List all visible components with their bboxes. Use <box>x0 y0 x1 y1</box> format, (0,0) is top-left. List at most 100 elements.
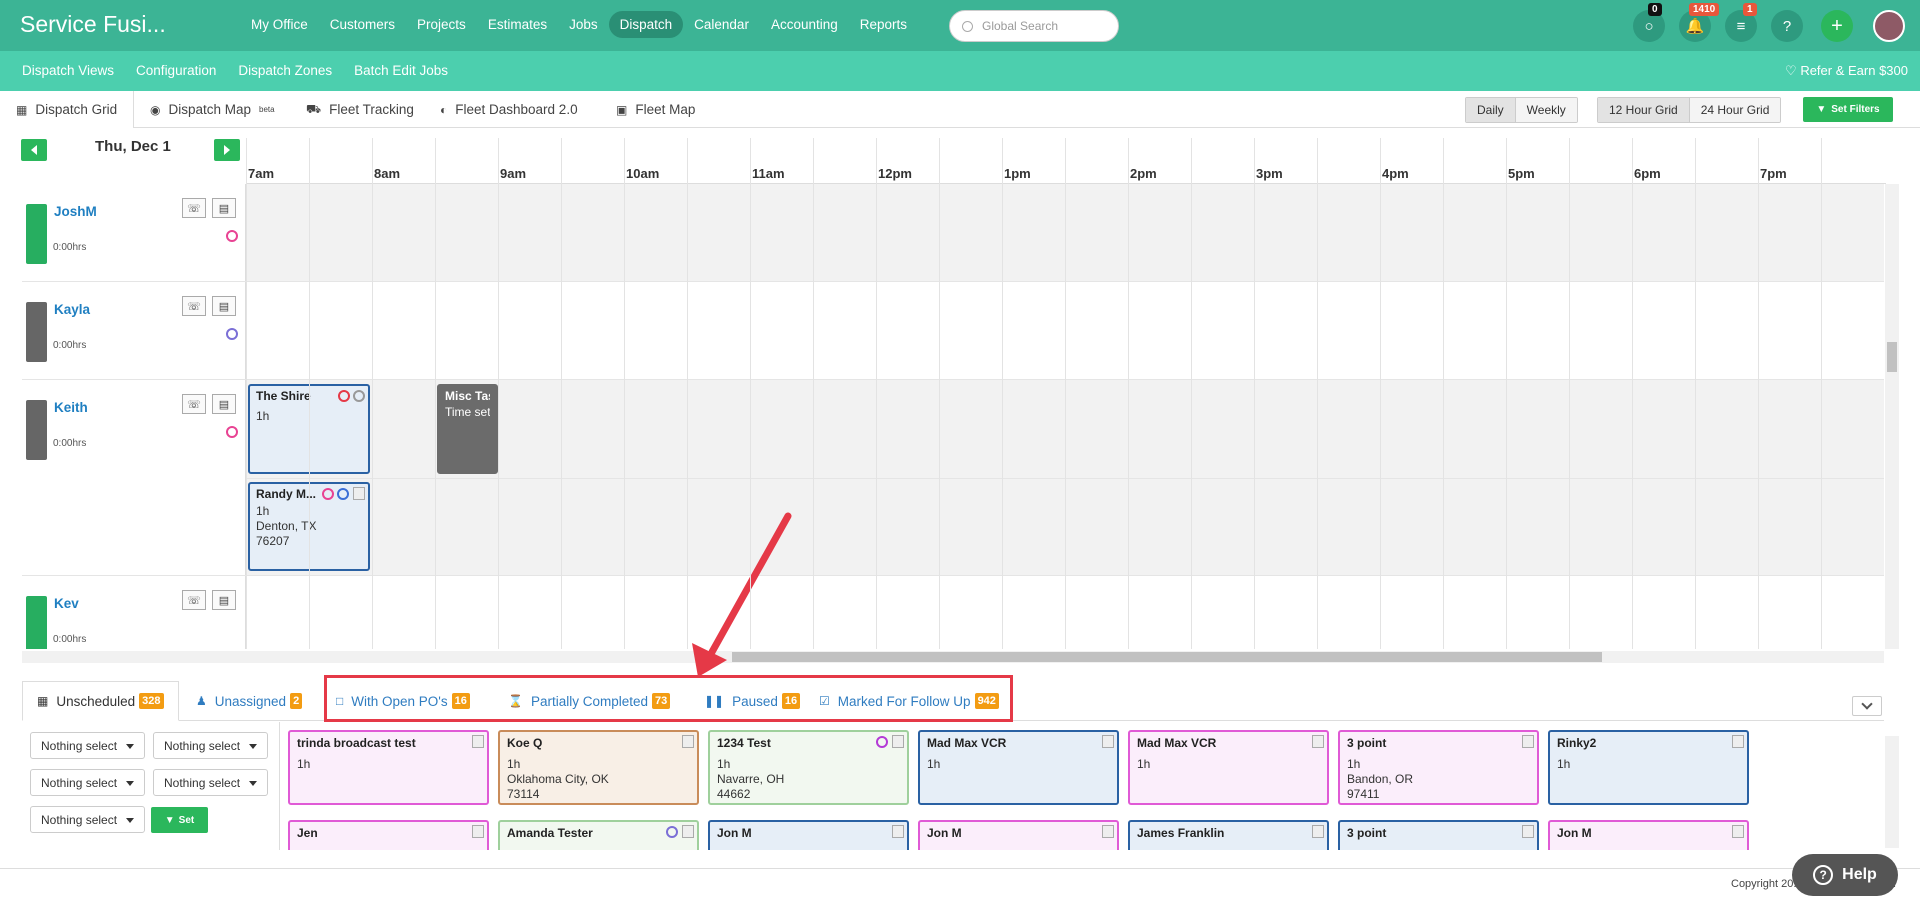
tab-fleet-map[interactable]: ▣ Fleet Map <box>616 91 695 128</box>
help-widget-button[interactable]: ? Help <box>1792 854 1898 896</box>
menu-customers[interactable]: Customers <box>319 11 406 38</box>
global-search-input[interactable]: Global Search <box>949 10 1119 42</box>
add-button[interactable]: + <box>1821 10 1853 42</box>
set-button[interactable]: ▼ Set <box>151 807 208 833</box>
list-icon: ≡ <box>1736 17 1746 35</box>
job-card[interactable]: Amanda Tester <box>498 820 699 850</box>
tab-dispatch-map[interactable]: ◉ Dispatch Map beta <box>150 91 275 128</box>
tab-fleet-dashboard[interactable]: ◐ Fleet Dashboard 2.0 <box>440 91 578 128</box>
job-card[interactable]: Jon M <box>1548 820 1749 850</box>
card-title: 3 point <box>1347 736 1387 750</box>
phone-icon[interactable]: ☏ <box>182 394 206 414</box>
chat-bubbles-icon[interactable]: ▤ <box>212 394 236 414</box>
notifications-button[interactable]: 🔔 1410 <box>1679 3 1720 42</box>
job-card[interactable]: 3 point 1h Bandon, OR 97411 <box>1338 730 1539 805</box>
tech-name[interactable]: Keith <box>54 400 88 415</box>
grid-line <box>1506 184 1507 649</box>
person-icon <box>892 735 904 748</box>
tasks-button[interactable]: ≡ 1 <box>1725 3 1757 42</box>
cards-vertical-scrollbar[interactable] <box>1885 736 1899 848</box>
job-card[interactable]: trinda broadcast test 1h <box>288 730 489 805</box>
filter-select[interactable]: Nothing select <box>153 732 268 759</box>
job-card[interactable]: Jon M <box>708 820 909 850</box>
menu-dispatch[interactable]: Dispatch <box>608 11 684 38</box>
tech-status-dot <box>226 328 238 340</box>
job-card[interactable]: Jon M <box>918 820 1119 850</box>
menu-jobs[interactable]: Jobs <box>558 11 609 38</box>
phone-icon[interactable]: ☏ <box>182 296 206 316</box>
filter-select[interactable]: Nothing select <box>30 806 145 833</box>
avatar[interactable] <box>1873 10 1905 42</box>
tab-unscheduled[interactable]: ▦ Unscheduled 328 <box>22 681 179 721</box>
weekly-button[interactable]: Weekly <box>1515 98 1577 122</box>
tech-row: Keith 0:00hrs ☏ ▤ The Shire 1h Misc Task… <box>22 380 1884 576</box>
phone-icon[interactable]: ☏ <box>182 590 206 610</box>
brand-logo[interactable]: Service Fusi... <box>20 11 166 38</box>
subnav-configuration[interactable]: Configuration <box>125 63 227 78</box>
job-card[interactable]: Mad Max VCR 1h <box>918 730 1119 805</box>
filter-select[interactable]: Nothing select <box>30 732 145 759</box>
filter-select[interactable]: Nothing select <box>153 769 268 796</box>
tech-info: Kev 0:00hrs ☏ ▤ <box>22 576 246 649</box>
tech-name[interactable]: Kayla <box>54 302 90 317</box>
tab-dispatch-grid[interactable]: ▦ Dispatch Grid <box>0 91 135 128</box>
menu-accounting[interactable]: Accounting <box>760 11 849 38</box>
job-card[interactable]: James Franklin <box>1128 820 1329 850</box>
tab-label: Unscheduled <box>56 693 136 709</box>
card-title: Koe Q <box>507 736 543 750</box>
header-grid-line <box>498 138 499 184</box>
chat-bubbles-icon[interactable]: ▤ <box>212 296 236 316</box>
12-hour-grid-button[interactable]: 12 Hour Grid <box>1598 98 1690 122</box>
card-title: Jon M <box>717 826 752 840</box>
help-button[interactable]: ? <box>1771 10 1803 42</box>
grid-vscroll-thumb[interactable] <box>1887 342 1897 372</box>
menu-estimates[interactable]: Estimates <box>477 11 558 38</box>
chat-button[interactable]: ○ 0 <box>1633 3 1665 42</box>
chat-bubbles-icon[interactable]: ▤ <box>212 590 236 610</box>
phone-icon[interactable]: ☏ <box>182 198 206 218</box>
chat-bubbles-icon[interactable]: ▤ <box>212 198 236 218</box>
misc-task-card[interactable]: Misc Task Time set ... <box>437 384 498 474</box>
hour-label: 1pm <box>1004 166 1031 181</box>
daily-button[interactable]: Daily <box>1466 98 1516 122</box>
job-card[interactable]: Mad Max VCR 1h <box>1128 730 1329 805</box>
refer-earn-link[interactable]: ♡ Refer & Earn $300 <box>1785 63 1908 79</box>
menu-my-office[interactable]: My Office <box>240 11 319 38</box>
tech-name[interactable]: Kev <box>54 596 79 611</box>
prev-day-button[interactable] <box>21 139 47 161</box>
tab-fleet-tracking[interactable]: ⛟ Fleet Tracking <box>306 91 414 128</box>
chat-icon: ○ <box>1644 17 1654 35</box>
filter-select[interactable]: Nothing select <box>30 769 145 796</box>
tab-unassigned[interactable]: ♟ Unassigned 2 <box>196 681 303 721</box>
tech-name[interactable]: JoshM <box>54 204 97 219</box>
subnav-batch-edit-jobs[interactable]: Batch Edit Jobs <box>343 63 459 78</box>
grid-line <box>309 184 310 649</box>
caret-down-icon <box>126 781 134 786</box>
set-filters-button[interactable]: ▼ Set Filters <box>1803 97 1893 122</box>
collapse-panel-button[interactable] <box>1852 696 1882 716</box>
grid-vertical-scrollbar[interactable] <box>1885 184 1899 649</box>
grid-line <box>1128 184 1129 649</box>
menu-calendar[interactable]: Calendar <box>683 11 760 38</box>
job-card[interactable]: Koe Q 1h Oklahoma City, OK 73114 <box>498 730 699 805</box>
card-zip: 73114 <box>507 787 540 801</box>
grid-line <box>1254 184 1255 649</box>
select-value: Nothing select <box>164 738 241 753</box>
card-title: Amanda Tester <box>507 826 593 840</box>
24-hour-grid-button[interactable]: 24 Hour Grid <box>1689 98 1781 122</box>
menu-reports[interactable]: Reports <box>849 11 918 38</box>
next-day-button[interactable] <box>214 139 240 161</box>
grid-line <box>1821 184 1822 649</box>
grid-scroll-thumb[interactable] <box>732 652 1602 662</box>
job-card[interactable]: 1234 Test 1h Navarre, OH 44662 <box>708 730 909 805</box>
menu-projects[interactable]: Projects <box>406 11 477 38</box>
sub-navbar: Dispatch Views Configuration Dispatch Zo… <box>0 51 1920 91</box>
select-value: Nothing select <box>41 738 118 753</box>
subnav-dispatch-zones[interactable]: Dispatch Zones <box>227 63 343 78</box>
job-card[interactable]: Rinky2 1h <box>1548 730 1749 805</box>
job-card[interactable]: Jen <box>288 820 489 850</box>
subnav-dispatch-views[interactable]: Dispatch Views <box>11 63 125 78</box>
header-grid-line <box>1191 138 1192 184</box>
person-icon <box>472 825 484 838</box>
job-card[interactable]: 3 point <box>1338 820 1539 850</box>
